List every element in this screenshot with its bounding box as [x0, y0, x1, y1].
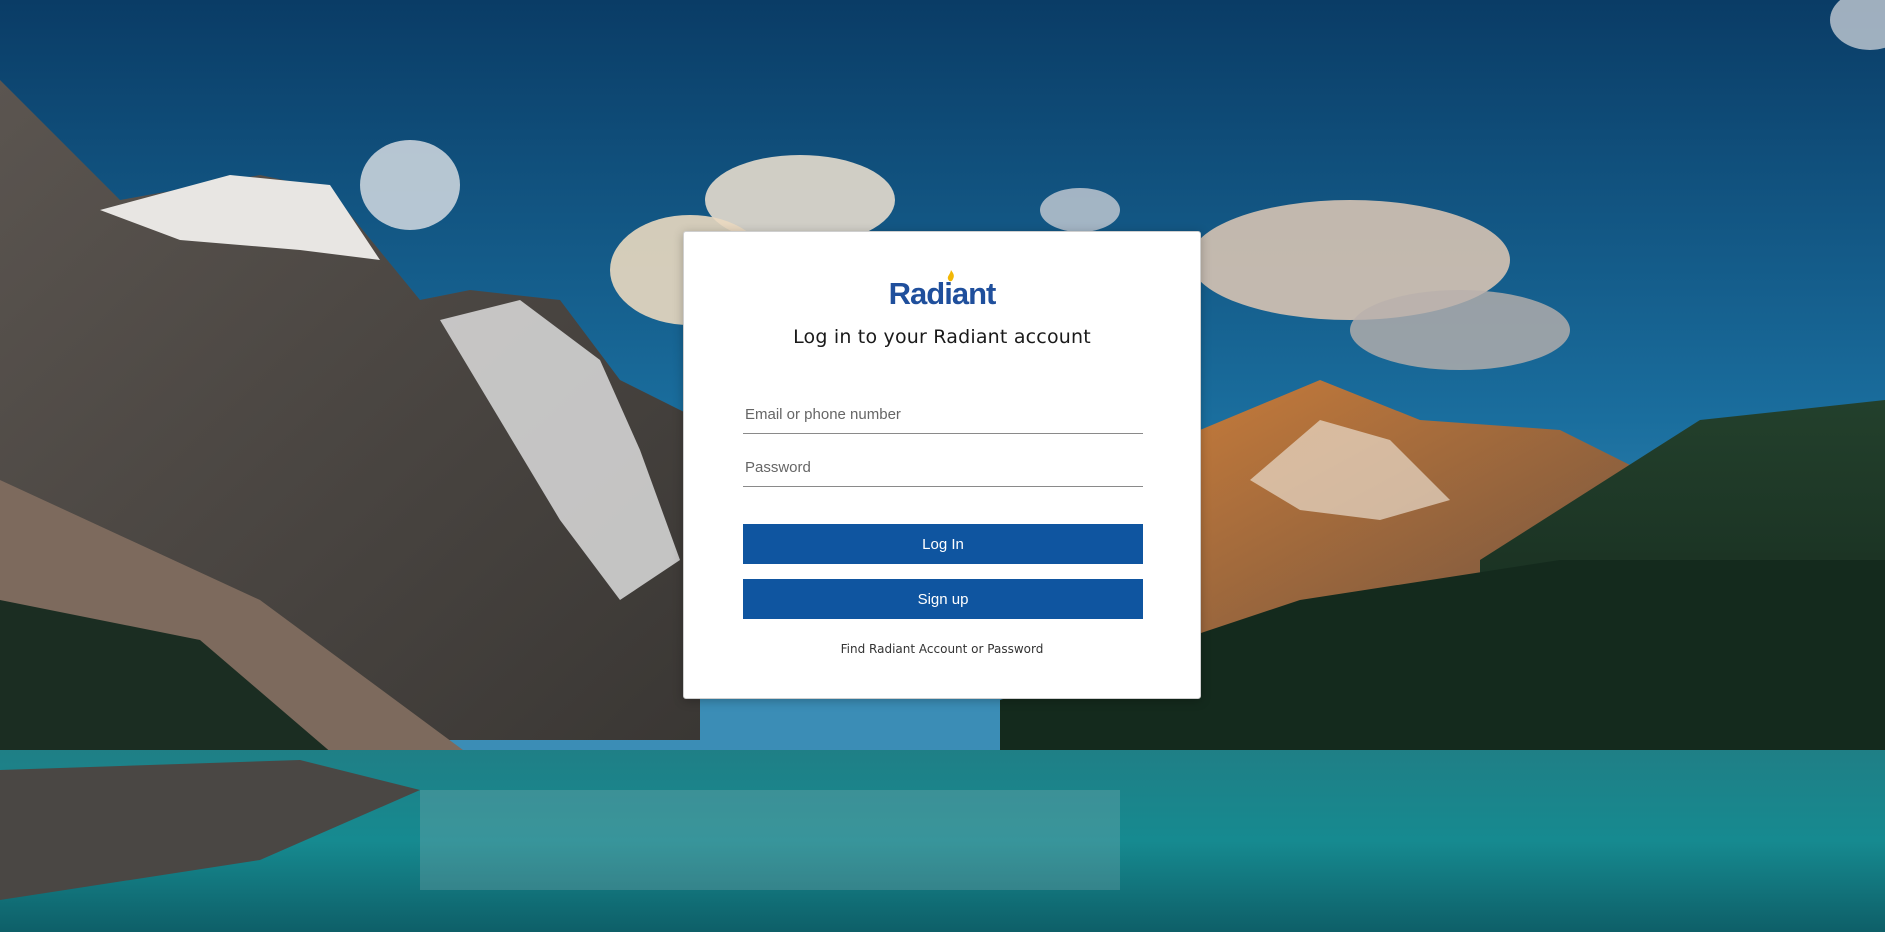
login-card: Radiant Log in to your Radiant account L… [683, 231, 1201, 699]
signup-button[interactable]: Sign up [743, 579, 1143, 619]
find-account-link[interactable]: Find Radiant Account or Password [684, 642, 1200, 656]
password-field[interactable] [743, 449, 1143, 487]
radiant-logo: Radiant [684, 270, 1200, 314]
page-title: Log in to your Radiant account [793, 326, 1091, 348]
flame-icon [947, 270, 954, 282]
logo-text: Radiant [888, 276, 997, 311]
email-field[interactable] [743, 396, 1143, 434]
login-button[interactable]: Log In [743, 524, 1143, 564]
